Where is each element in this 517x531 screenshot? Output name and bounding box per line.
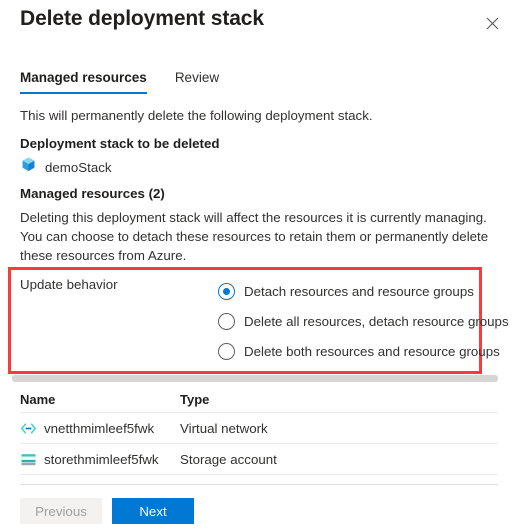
tab-review[interactable]: Review	[175, 70, 219, 94]
managed-resources-table: Name Type vnetthmimleef5fwk Virtual netw…	[20, 386, 498, 475]
radio-detach-resources-and-resource-groups[interactable]: Detach resources and resource groups	[218, 276, 478, 306]
radio-label: Delete all resources, detach resource gr…	[244, 313, 509, 329]
horizontal-scrollbar-thumb[interactable]	[12, 375, 498, 382]
column-header-name[interactable]: Name	[20, 392, 180, 407]
deployment-stack-icon	[20, 156, 37, 178]
horizontal-scrollbar[interactable]	[12, 375, 498, 382]
dialog-footer: Previous Next	[20, 498, 194, 524]
dialog-tabs: Managed resources Review	[20, 70, 247, 98]
deployment-stack-item[interactable]: demoStack	[20, 157, 112, 177]
virtual-network-icon	[20, 420, 37, 437]
update-behavior-label: Update behavior	[20, 277, 118, 292]
resource-type: Storage account	[180, 451, 277, 467]
radio-mark-icon	[218, 282, 235, 300]
managed-resources-heading: Managed resources (2)	[20, 186, 165, 201]
managed-resources-description: Deleting this deployment stack will affe…	[20, 210, 489, 263]
table-row[interactable]: vnetthmimleef5fwk Virtual network	[20, 413, 498, 444]
previous-button[interactable]: Previous	[20, 498, 102, 524]
resource-name-cell: storethmimleef5fwk	[20, 451, 180, 468]
close-icon[interactable]	[477, 8, 507, 38]
resource-name-cell: vnetthmimleef5fwk	[20, 420, 180, 437]
table-header-row: Name Type	[20, 386, 498, 413]
table-row[interactable]: storethmimleef5fwk Storage account	[20, 444, 498, 475]
deployment-stack-name: demoStack	[45, 159, 112, 175]
stack-section-heading: Deployment stack to be deleted	[20, 136, 220, 151]
resource-type: Virtual network	[180, 420, 268, 436]
tab-managed-resources[interactable]: Managed resources	[20, 70, 147, 94]
radio-mark-icon	[218, 342, 235, 360]
radio-delete-all-resources-detach-resource-groups[interactable]: Delete all resources, detach resource gr…	[218, 306, 509, 336]
footer-divider	[20, 484, 498, 485]
update-behavior-radio-group: Detach resources and resource groups Del…	[218, 276, 509, 366]
resource-name: vnetthmimleef5fwk	[44, 420, 155, 436]
radio-mark-icon	[218, 312, 235, 330]
delete-deployment-stack-dialog: Delete deployment stack Managed resource…	[0, 0, 517, 531]
column-header-type[interactable]: Type	[180, 392, 480, 407]
radio-label: Detach resources and resource groups	[244, 283, 474, 299]
intro-text: This will permanently delete the followi…	[20, 108, 373, 123]
dialog-header: Delete deployment stack	[0, 0, 517, 52]
page-title: Delete deployment stack	[20, 7, 264, 30]
storage-account-icon	[20, 451, 37, 468]
resource-name: storethmimleef5fwk	[44, 451, 159, 467]
radio-delete-both-resources-and-resource-groups[interactable]: Delete both resources and resource group…	[218, 336, 500, 366]
radio-label: Delete both resources and resource group…	[244, 343, 500, 359]
next-button[interactable]: Next	[112, 498, 194, 524]
